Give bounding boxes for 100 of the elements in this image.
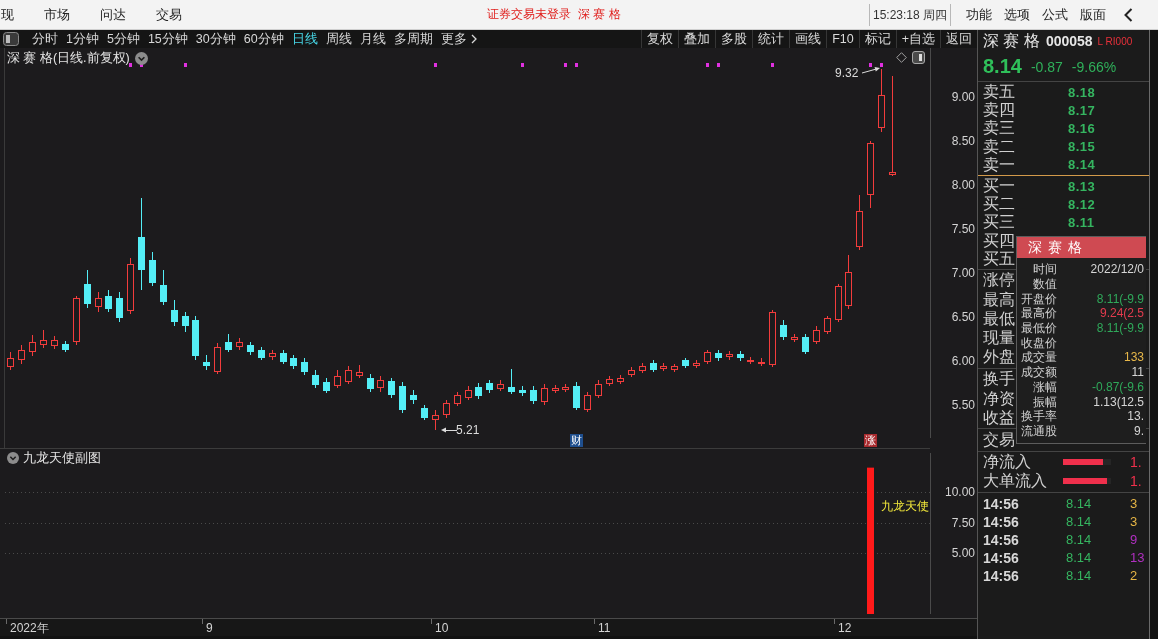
- bid-price: 8.13: [1068, 178, 1096, 194]
- period-tab[interactable]: 月线: [359, 30, 386, 48]
- tooltip-label: 收盘价: [1020, 335, 1057, 350]
- ask-label: 卖三: [983, 119, 1015, 138]
- more-menu[interactable]: 更多: [440, 30, 477, 48]
- period-tab[interactable]: 多周期: [393, 30, 433, 48]
- tooltip-label: 时间: [1032, 262, 1057, 277]
- chevron-left-icon[interactable]: [1124, 7, 1133, 22]
- ask-label: 卖一: [983, 155, 1015, 174]
- tooltip-label: 流通股: [1020, 423, 1057, 438]
- tooltip-label: 开盘价: [1020, 291, 1057, 306]
- stat-label: 最低: [983, 309, 1015, 328]
- signal-mark: [869, 63, 872, 67]
- flow-label: 净流入: [983, 453, 1031, 472]
- tooltip-value: 9.: [1134, 423, 1145, 438]
- menu-item[interactable]: 选项: [1004, 5, 1030, 24]
- login-status[interactable]: 证券交易未登录: [487, 6, 571, 23]
- tooltip-label: 成交量: [1020, 350, 1057, 365]
- signal-mark: [564, 63, 567, 67]
- panel-toggle-icon[interactable]: [912, 51, 925, 64]
- trade-price: 8.14: [1066, 514, 1093, 530]
- tooltip-value: -0.87(-9.6: [1091, 379, 1145, 394]
- stat-label: 外盘: [983, 348, 1015, 367]
- tooltip-value: 9.24(2.5: [1099, 306, 1145, 321]
- trade-price: 8.14: [1066, 550, 1093, 566]
- trade-time: 14:56: [983, 549, 1020, 566]
- period-tab[interactable]: 分时: [32, 30, 58, 48]
- bid-price: 8.11: [1068, 214, 1095, 230]
- trade-price: 8.14: [1066, 568, 1093, 584]
- event-badge[interactable]: 财: [570, 434, 583, 447]
- trade-time: 14:56: [983, 513, 1020, 530]
- tooltip-value: 1.13(12.5: [1093, 394, 1145, 409]
- sidebar-toggle-icon[interactable]: [3, 32, 19, 46]
- axis-label: 7.00: [951, 265, 975, 281]
- trade-time: 14:56: [983, 567, 1020, 584]
- axis-label: 9.00: [951, 89, 975, 105]
- period-tab[interactable]: 5分钟: [106, 30, 140, 48]
- trade-volume: 3: [1130, 514, 1138, 530]
- period-tab[interactable]: 日线: [291, 30, 318, 48]
- menu-item[interactable]: 交易: [156, 5, 182, 24]
- axis-label: 5.50: [951, 397, 975, 413]
- axis-label: 10: [435, 620, 449, 636]
- signal-mark: [771, 63, 774, 67]
- axis-label: 10.00: [944, 484, 975, 500]
- clock: 15:23:18 周四: [868, 3, 951, 26]
- ask-label: 卖二: [983, 137, 1015, 156]
- tooltip-value: 8.11(-9.9: [1096, 321, 1145, 336]
- tooltip-label: 涨幅: [1032, 379, 1057, 394]
- menu-item[interactable]: 市场: [44, 5, 70, 24]
- tooltip-title: 深 赛 格: [1017, 237, 1146, 258]
- stat-label: 现量: [983, 329, 1015, 348]
- tooltip-value: 2022/12/0: [1090, 262, 1145, 277]
- chart-title: 深 赛 格(日线.前复权): [7, 50, 130, 66]
- ask-price: 8.18: [1068, 84, 1096, 100]
- trade-price: 8.14: [1066, 496, 1093, 512]
- ask-label: 卖五: [983, 83, 1015, 102]
- menu-item[interactable]: 版面: [1080, 5, 1106, 24]
- tooltip-label: 成交额: [1020, 365, 1057, 380]
- period-tab[interactable]: 30分钟: [195, 30, 236, 48]
- axis-label: 8.50: [951, 133, 975, 149]
- percent-change: -9.66%: [1071, 58, 1117, 75]
- tooltip-label: 最低价: [1020, 321, 1057, 336]
- signal-mark: [706, 63, 709, 67]
- signal-mark: [521, 63, 524, 67]
- flow-value: 1.: [1130, 454, 1142, 471]
- tooltip-value: 11: [1131, 365, 1145, 380]
- menu-item[interactable]: 功能: [966, 5, 992, 24]
- menu-item[interactable]: 公式: [1042, 5, 1068, 24]
- chevron-down-icon[interactable]: [134, 51, 148, 65]
- diamond-icon[interactable]: [896, 52, 907, 63]
- trade-time: 14:56: [983, 495, 1020, 512]
- ask-price: 8.16: [1068, 120, 1096, 136]
- stock-name: 深 赛 格: [578, 6, 621, 23]
- stock-code: 000058: [1045, 33, 1093, 49]
- trade-volume: 9: [1130, 532, 1138, 548]
- stock-name: 深 赛 格: [983, 30, 1040, 51]
- axis-label: 8.00: [951, 177, 975, 193]
- period-tab[interactable]: 60分钟: [243, 30, 284, 48]
- leader-arrow: [861, 67, 880, 74]
- axis-label: 6.00: [951, 353, 975, 369]
- event-badge[interactable]: 涨: [864, 434, 877, 447]
- trade-price: 8.14: [1066, 532, 1093, 548]
- flow-value: 1.: [1130, 473, 1142, 490]
- chevron-down-icon[interactable]: [7, 452, 19, 464]
- axis-label: 11: [598, 620, 611, 636]
- menu-item[interactable]: 现: [1, 5, 14, 24]
- axis-label: 6.50: [951, 309, 975, 325]
- period-tab[interactable]: 周线: [325, 30, 352, 48]
- signal-mark: [434, 63, 437, 67]
- bid-label: 买一: [983, 177, 1015, 196]
- axis-label: 12: [838, 620, 852, 636]
- signal-mark: [575, 63, 578, 67]
- indicator-label: 九龙天使: [881, 499, 929, 513]
- high-price-label: 9.32: [835, 65, 859, 81]
- bid-label: 买二: [983, 195, 1015, 214]
- menu-item[interactable]: 问达: [100, 5, 126, 24]
- period-tab[interactable]: 15分钟: [147, 30, 188, 48]
- axis-label: 7.50: [951, 514, 975, 531]
- period-tab[interactable]: 1分钟: [66, 30, 99, 48]
- ask-price: 8.14: [1068, 157, 1096, 173]
